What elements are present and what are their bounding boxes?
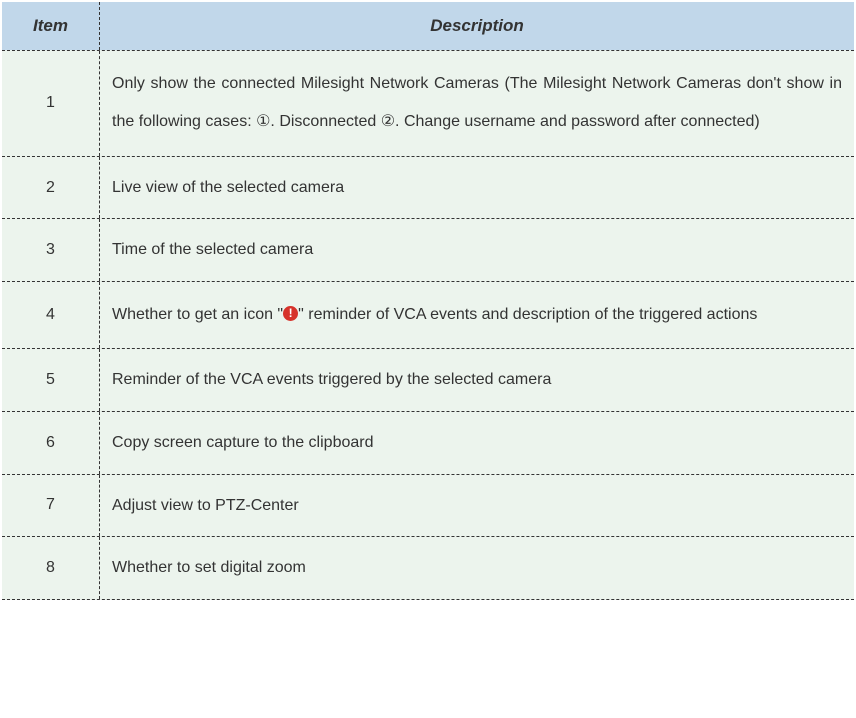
header-item: Item xyxy=(2,2,100,50)
row-item-number: 2 xyxy=(2,157,100,219)
table-row: 4Whether to get an icon "!" reminder of … xyxy=(2,281,854,348)
row-item-number: 6 xyxy=(2,412,100,474)
description-table: Item Description 1Only show the connecte… xyxy=(2,2,854,600)
row-description: Only show the connected Milesight Networ… xyxy=(100,51,854,156)
row-description: Copy screen capture to the clipboard xyxy=(100,412,854,474)
row-description: Live view of the selected camera xyxy=(100,157,854,219)
alert-icon: ! xyxy=(283,306,298,321)
desc-text-after: . Change username and password after con… xyxy=(395,113,760,130)
row-item-number: 7 xyxy=(2,475,100,537)
circled-number-2: ② xyxy=(381,103,395,141)
desc-text-after: " reminder of VCA events and description… xyxy=(298,306,757,323)
table-row: 3Time of the selected camera xyxy=(2,218,854,281)
row-item-number: 3 xyxy=(2,219,100,281)
table-row: 2Live view of the selected camera xyxy=(2,156,854,219)
row-item-number: 5 xyxy=(2,349,100,411)
table-row: 5Reminder of the VCA events triggered by… xyxy=(2,348,854,411)
desc-text-before: Whether to get an icon " xyxy=(112,306,283,323)
row-description: Reminder of the VCA events triggered by … xyxy=(100,349,854,411)
desc-text-mid: . Disconnected xyxy=(270,113,380,130)
row-item-number: 1 xyxy=(2,51,100,156)
row-item-number: 4 xyxy=(2,282,100,348)
table-header-row: Item Description xyxy=(2,2,854,50)
row-item-number: 8 xyxy=(2,537,100,599)
table-body: 1Only show the connected Milesight Netwo… xyxy=(2,50,854,600)
row-description: Whether to set digital zoom xyxy=(100,537,854,599)
row-description: Time of the selected camera xyxy=(100,219,854,281)
header-description: Description xyxy=(100,2,854,50)
row-description: Adjust view to PTZ-Center xyxy=(100,475,854,537)
table-row: 8Whether to set digital zoom xyxy=(2,536,854,600)
table-row: 1Only show the connected Milesight Netwo… xyxy=(2,50,854,156)
table-row: 6Copy screen capture to the clipboard xyxy=(2,411,854,474)
circled-number-1: ① xyxy=(256,103,270,141)
row-description: Whether to get an icon "!" reminder of V… xyxy=(100,282,854,348)
table-row: 7Adjust view to PTZ-Center xyxy=(2,474,854,537)
